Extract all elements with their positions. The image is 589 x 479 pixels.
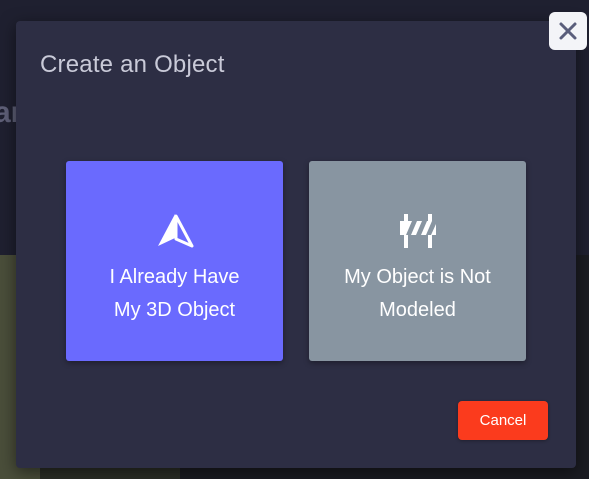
close-icon (559, 22, 577, 40)
create-object-modal: Create an Object I Already Have My 3D Ob… (16, 21, 576, 468)
prism-3d-icon (156, 211, 194, 251)
object-not-modeled-option[interactable]: My Object is Not Modeled (309, 161, 526, 361)
modal-title: Create an Object (40, 51, 225, 78)
option-label: I Already Have My 3D Object (109, 266, 240, 321)
cancel-button[interactable]: Cancel (458, 401, 548, 440)
option-label: My Object is Not Modeled (344, 266, 491, 321)
close-button[interactable] (549, 12, 587, 50)
road-barrier-icon (398, 211, 438, 251)
already-have-3d-object-option[interactable]: I Already Have My 3D Object (66, 161, 283, 361)
